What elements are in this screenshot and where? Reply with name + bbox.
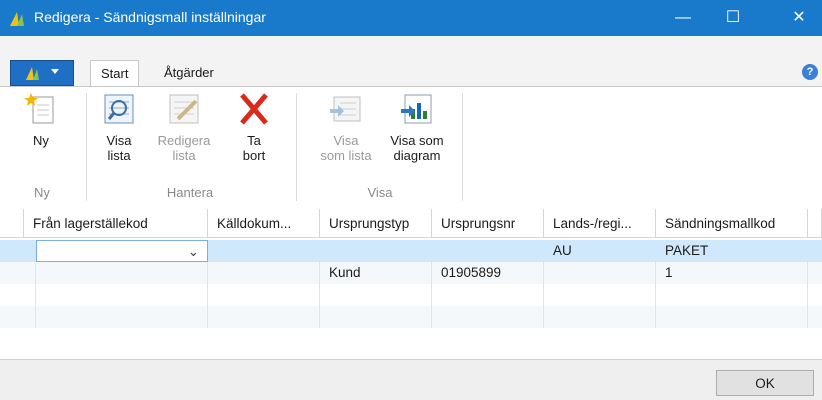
row-selector[interactable] <box>0 240 36 262</box>
delete-button[interactable]: Ta bort <box>236 91 272 163</box>
group-label-visa: Visa <box>367 185 393 200</box>
app-menu-logo-icon <box>26 67 39 80</box>
column-header[interactable]: Ursprungsnr <box>432 209 544 238</box>
table-cell[interactable] <box>544 284 656 306</box>
table-cell[interactable] <box>432 284 544 306</box>
table-cell[interactable] <box>208 284 320 306</box>
table-cell[interactable]: PAKET <box>656 240 808 262</box>
tab-start[interactable]: Start <box>90 60 140 88</box>
table-cell[interactable] <box>36 262 208 284</box>
minimize-button[interactable]: — <box>660 0 706 36</box>
table-row[interactable] <box>0 284 822 306</box>
table-cell[interactable] <box>320 240 432 262</box>
chevron-down-icon[interactable]: ⌄ <box>188 241 199 263</box>
table-cell[interactable] <box>320 306 432 328</box>
app-menu-button[interactable] <box>10 60 74 86</box>
table-cell[interactable]: AU <box>544 240 656 262</box>
ribbon: Ny Ny Visa lista Redigera lista Ta bort … <box>0 86 822 210</box>
table-row[interactable]: ⌄ AU PAKET <box>0 240 822 262</box>
maximize-button[interactable]: ☐ <box>710 0 756 36</box>
row-selector[interactable] <box>0 262 36 284</box>
show-as-chart-button[interactable]: Visa som diagram <box>384 91 450 163</box>
table-cell[interactable] <box>208 240 320 262</box>
row-header-corner <box>0 209 24 238</box>
show-as-chart-label-2: diagram <box>393 148 441 163</box>
from-location-dropdown[interactable]: ⌄ <box>36 240 208 262</box>
table-cell[interactable] <box>656 306 808 328</box>
delete-label-1: Ta <box>247 133 261 148</box>
column-header[interactable]: Från lagerställekod <box>24 209 208 238</box>
table-cell[interactable]: Kund <box>320 262 432 284</box>
table-cell[interactable] <box>208 306 320 328</box>
new-button-label: Ny <box>33 133 49 148</box>
view-list-label-1: Visa <box>106 133 132 148</box>
show-as-list-label-2: som lista <box>320 148 372 163</box>
column-header[interactable]: Sändningsmallkod <box>656 209 808 238</box>
table-cell[interactable] <box>432 240 544 262</box>
chevron-down-icon <box>51 69 59 74</box>
data-grid: Från lagerställekod Källdokum... Ursprun… <box>0 209 822 359</box>
table-cell[interactable] <box>432 306 544 328</box>
edit-list-label-2: lista <box>172 148 196 163</box>
ribbon-separator <box>462 93 463 201</box>
table-cell[interactable] <box>544 306 656 328</box>
row-selector[interactable] <box>0 284 36 306</box>
table-cell[interactable] <box>544 262 656 284</box>
row-selector[interactable] <box>0 306 36 328</box>
new-button[interactable]: Ny <box>18 91 64 148</box>
title-bar: Redigera - Sändnigsmall inställningar — … <box>0 0 822 36</box>
view-list-button[interactable]: Visa lista <box>96 91 142 163</box>
view-list-label-2: lista <box>107 148 131 163</box>
column-header[interactable]: Ursprungstyp <box>320 209 432 238</box>
show-as-chart-label-1: Visa som <box>390 133 444 148</box>
table-row[interactable]: Kund 01905899 1 <box>0 262 822 284</box>
show-as-list-button[interactable]: Visa som lista <box>318 91 374 163</box>
table-cell[interactable]: 1 <box>656 262 808 284</box>
edit-list-label-1: Redigera <box>157 133 211 148</box>
show-as-chart-icon <box>399 91 435 127</box>
show-as-list-icon <box>328 91 364 127</box>
dialog-footer: OK <box>0 359 822 400</box>
table-row[interactable] <box>0 306 822 328</box>
tab-atgarder[interactable]: Åtgärder <box>154 60 224 86</box>
view-list-icon <box>101 91 137 127</box>
edit-list-button[interactable]: Redigera lista <box>154 91 214 163</box>
table-cell[interactable]: 01905899 <box>432 262 544 284</box>
ribbon-separator <box>86 93 87 201</box>
table-cell[interactable] <box>320 284 432 306</box>
table-cell[interactable] <box>36 306 208 328</box>
table-cell[interactable] <box>36 284 208 306</box>
column-header[interactable]: Lands-/regi... <box>544 209 656 238</box>
table-cell[interactable] <box>208 262 320 284</box>
window-title: Redigera - Sändnigsmall inställningar <box>34 9 266 25</box>
delete-icon <box>236 91 272 127</box>
app-logo-icon <box>10 12 24 26</box>
delete-label-2: bort <box>242 148 266 163</box>
column-header[interactable]: Källdokum... <box>208 209 320 238</box>
column-header-filler <box>808 209 822 238</box>
new-document-icon <box>23 91 59 127</box>
group-label-hantera: Hantera <box>166 185 214 200</box>
group-label-ny: Ny <box>34 185 50 200</box>
edit-list-icon <box>166 91 202 127</box>
ribbon-separator <box>296 93 297 201</box>
show-as-list-label-1: Visa <box>333 133 359 148</box>
help-icon[interactable]: ? <box>802 64 818 80</box>
table-cell[interactable] <box>656 284 808 306</box>
close-window-button[interactable]: ✕ <box>776 0 822 36</box>
ok-button[interactable]: OK <box>716 370 814 396</box>
